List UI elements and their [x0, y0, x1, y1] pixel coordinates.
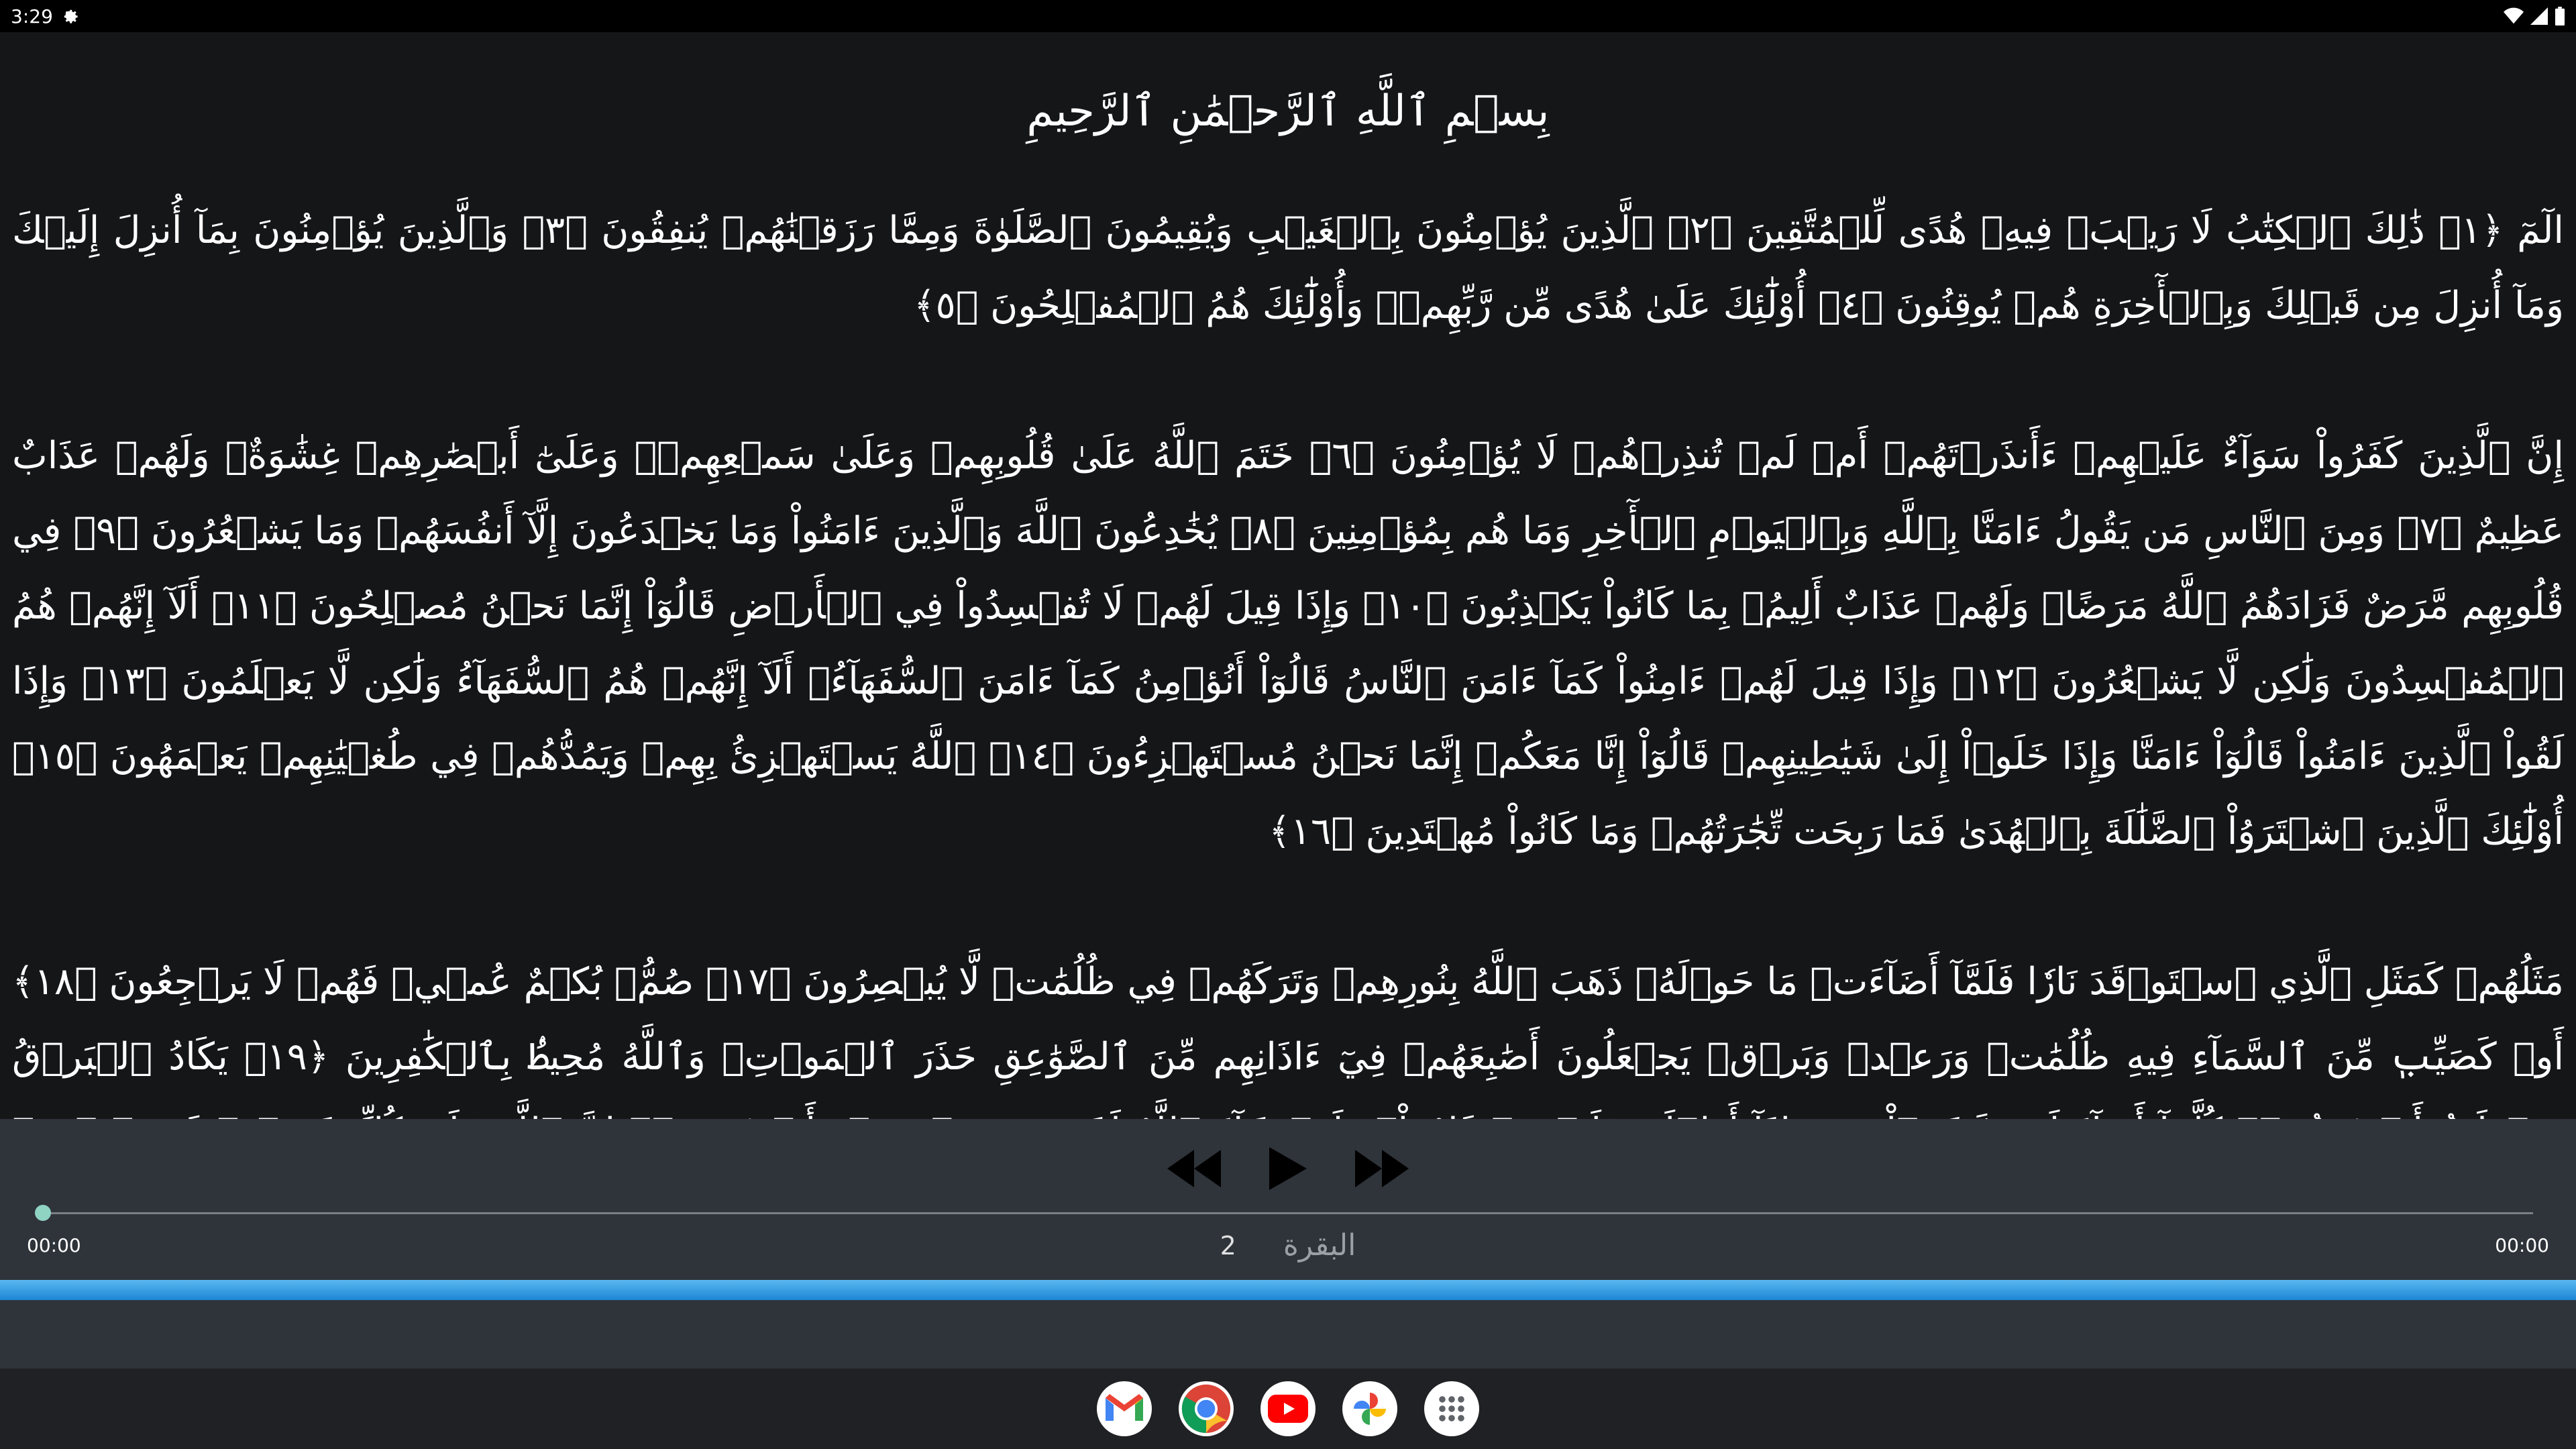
rewind-button[interactable]	[1161, 1142, 1228, 1195]
status-bar: 3:29	[0, 0, 2576, 32]
loading-progress-bar	[0, 1280, 2576, 1300]
audio-player: 00:00 00:00 2 البقرة	[0, 1119, 2576, 1368]
status-left: 3:29	[11, 5, 80, 28]
quran-reader[interactable]: بِسۡمِ ٱللَّهِ ٱلرَّحۡمَٰنِ ٱلرَّحِيمِ ا…	[0, 32, 2576, 1119]
track-info: 2 البقرة	[0, 1228, 2576, 1263]
app-drawer-icon[interactable]	[1424, 1381, 1479, 1436]
photos-icon[interactable]	[1342, 1381, 1397, 1436]
rewind-icon	[1167, 1150, 1221, 1187]
battery-icon	[2555, 7, 2565, 25]
cell-signal-icon	[2530, 7, 2548, 25]
status-right	[2504, 7, 2565, 25]
chrome-icon[interactable]	[1179, 1381, 1234, 1436]
fast-forward-icon	[1355, 1150, 1409, 1187]
play-icon	[1269, 1147, 1307, 1190]
fast-forward-button[interactable]	[1348, 1142, 1415, 1195]
surah-number: 2	[1220, 1230, 1236, 1260]
verse-paragraph[interactable]: مَثَلُهُمۡ كَمَثَلِ ٱلَّذِي ٱسۡتَوۡقَدَ …	[12, 945, 2564, 1119]
verse-paragraph[interactable]: إِنَّ ٱلَّذِينَ كَفَرُواْ سَوَآءٌ عَلَيۡ…	[12, 419, 2564, 869]
verse-paragraph[interactable]: الٓمٓ ﴿١﴾ ذَٰلِكَ ٱلۡكِتَٰبُ لَا رَيۡبَۛ…	[12, 193, 2564, 343]
seek-bar[interactable]	[43, 1212, 2533, 1214]
settings-gear-icon	[61, 7, 80, 25]
gmail-icon[interactable]	[1097, 1381, 1152, 1436]
taskbar	[0, 1368, 2576, 1449]
basmala: بِسۡمِ ٱللَّهِ ٱلرَّحۡمَٰنِ ٱلرَّحِيمِ	[1026, 87, 1550, 136]
youtube-icon[interactable]	[1260, 1381, 1316, 1436]
seek-thumb[interactable]	[35, 1205, 51, 1221]
wifi-icon	[2504, 7, 2524, 25]
surah-name: البقرة	[1283, 1228, 1356, 1263]
play-button[interactable]	[1254, 1142, 1322, 1195]
status-time: 3:29	[11, 5, 53, 28]
player-controls	[0, 1142, 2576, 1195]
